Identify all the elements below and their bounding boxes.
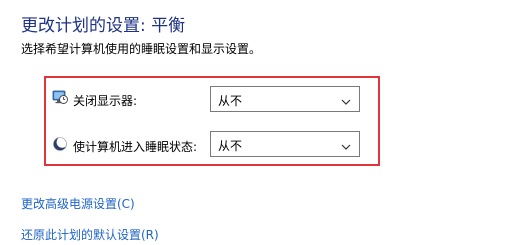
page-subtitle: 选择希望计算机使用的睡眠设置和显示设置。: [21, 42, 262, 56]
restore-defaults-link[interactable]: 还原此计划的默认设置(R): [21, 226, 159, 243]
turn-off-display-value: 从不: [218, 94, 243, 108]
chevron-down-icon: [340, 138, 352, 150]
page-title: 更改计划的设置: 平衡: [21, 16, 186, 36]
chevron-down-icon: [340, 93, 352, 105]
power-plan-settings-page: 更改计划的设置: 平衡 选择希望计算机使用的睡眠设置和显示设置。 关闭显示器: …: [0, 0, 524, 245]
monitor-clock-icon: [52, 89, 68, 105]
turn-off-display-label: 关闭显示器:: [73, 94, 138, 108]
advanced-power-settings-link[interactable]: 更改高级电源设置(C): [21, 195, 135, 212]
turn-off-display-select[interactable]: 从不: [210, 86, 360, 112]
moon-icon: [52, 136, 68, 152]
sleep-label: 使计算机进入睡眠状态:: [73, 140, 198, 154]
sleep-select[interactable]: 从不: [210, 131, 360, 157]
sleep-value: 从不: [218, 139, 243, 153]
